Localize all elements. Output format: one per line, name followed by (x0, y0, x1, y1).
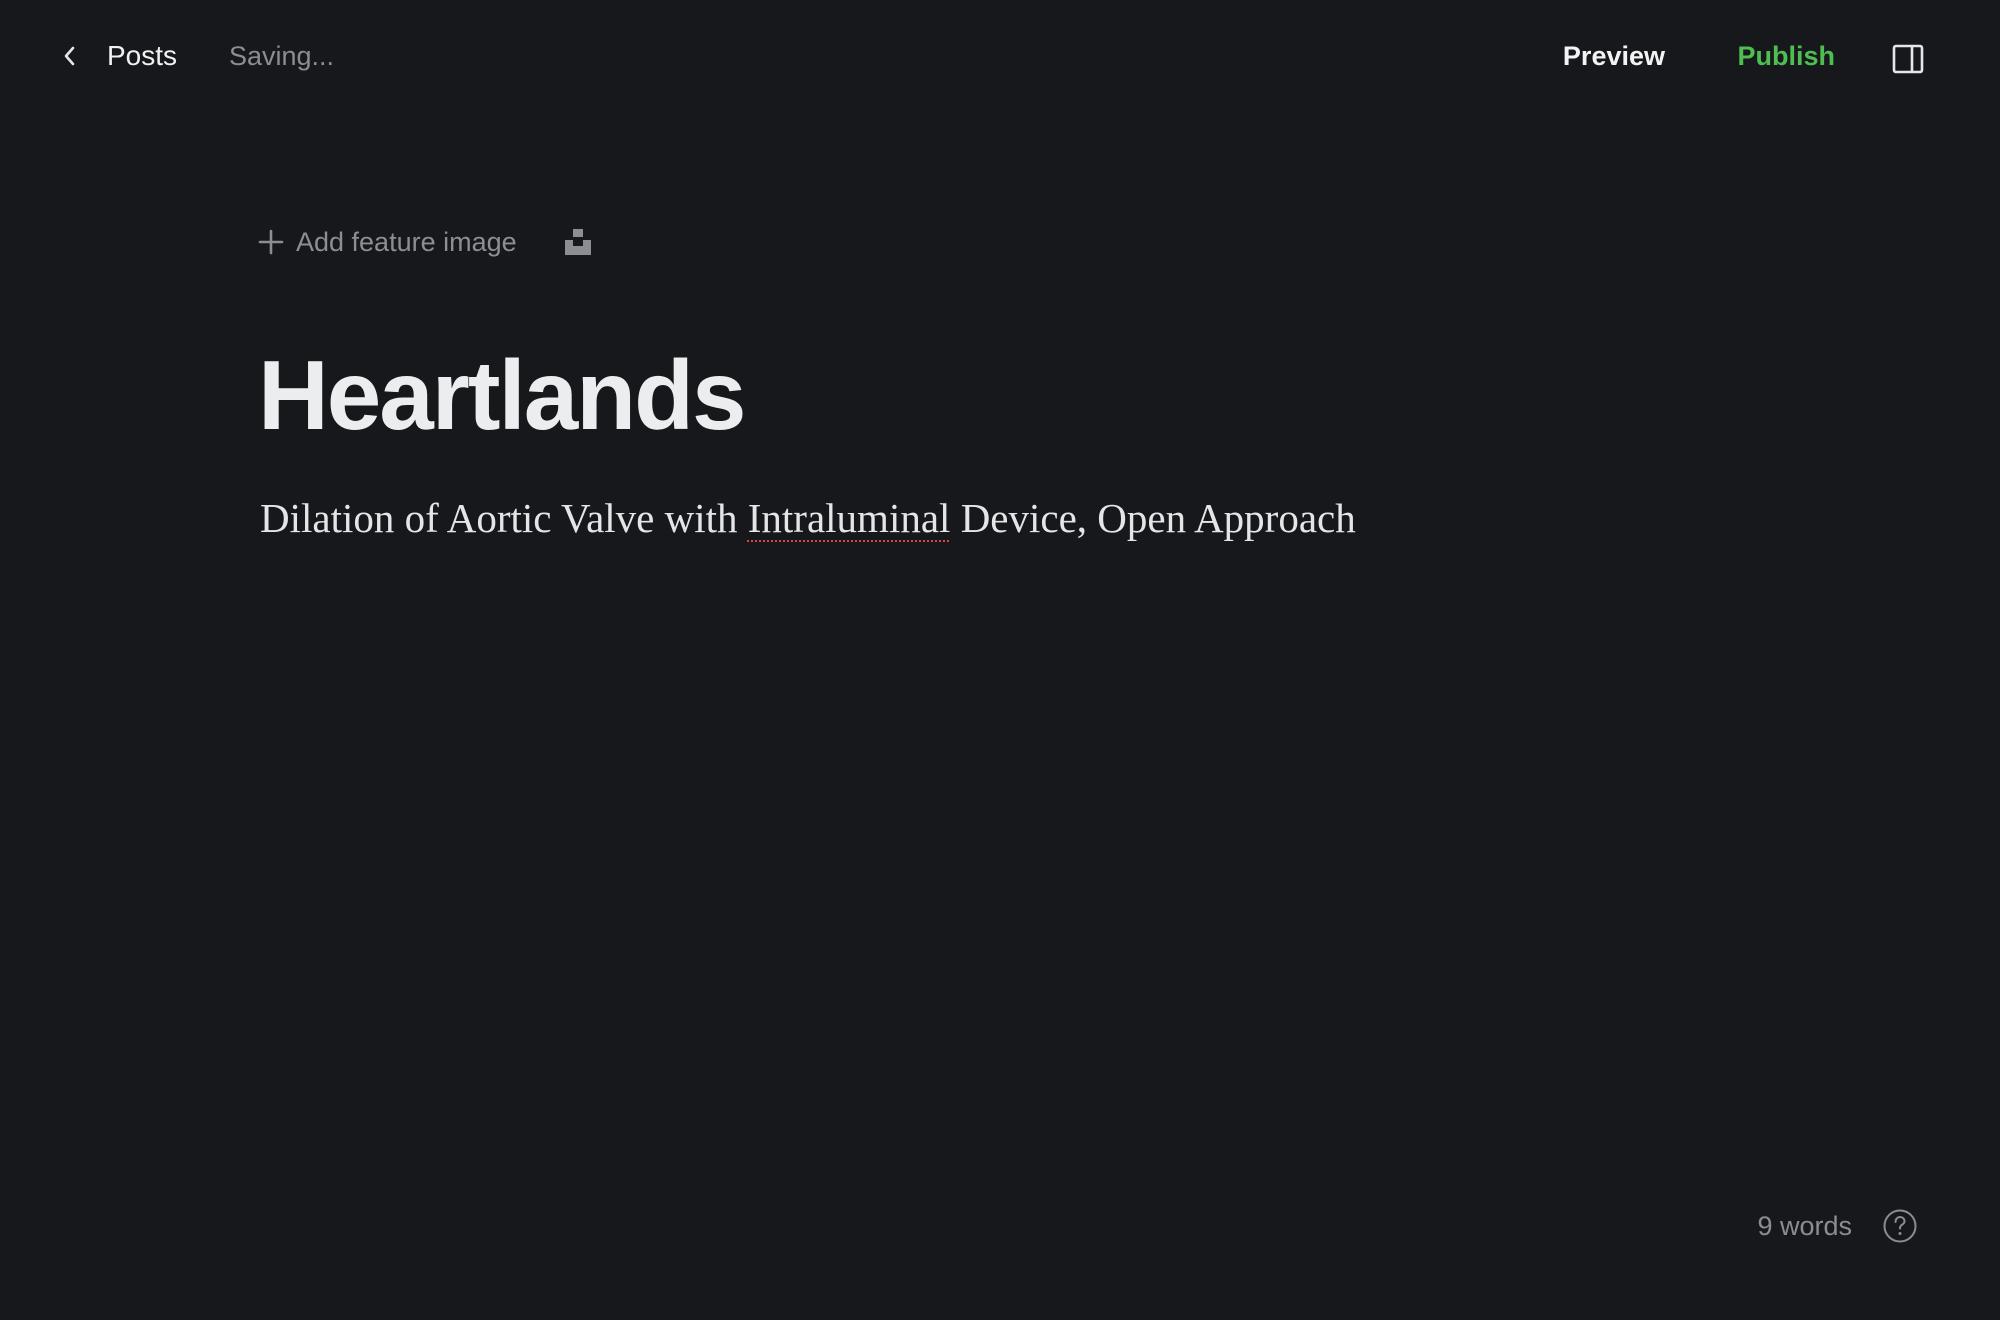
help-icon (1883, 1209, 1917, 1243)
chevron-left-icon (64, 46, 75, 66)
back-button[interactable] (50, 36, 90, 76)
editor-header: Posts Saving... Preview Publish (0, 0, 2000, 110)
post-body-text: Dilation of Aortic Valve with (260, 495, 748, 541)
unsplash-button[interactable] (563, 227, 593, 257)
post-body-text-continued: Device, Open Approach (950, 495, 1356, 541)
sidebar-panel-icon (1892, 44, 1924, 74)
publish-button[interactable]: Publish (1737, 36, 1835, 76)
post-title[interactable]: Heartlands (258, 330, 747, 460)
sidebar-toggle-button[interactable] (1892, 43, 1924, 75)
post-body-editor[interactable]: Dilation of Aortic Valve with Intralumin… (260, 490, 1356, 546)
unsplash-icon (564, 229, 591, 255)
plus-icon (258, 229, 284, 255)
misspelled-word: Intraluminal (747, 495, 951, 541)
add-feature-image-label: Add feature image (296, 226, 517, 257)
add-feature-image-button[interactable]: Add feature image (258, 227, 517, 258)
save-status: Saving... (229, 41, 335, 71)
help-button[interactable] (1882, 1208, 1918, 1244)
posts-link[interactable]: Posts (107, 36, 177, 76)
word-count: 9 words (1757, 1211, 1852, 1241)
preview-button[interactable]: Preview (1563, 36, 1665, 76)
feature-image-row: Add feature image (258, 220, 593, 264)
